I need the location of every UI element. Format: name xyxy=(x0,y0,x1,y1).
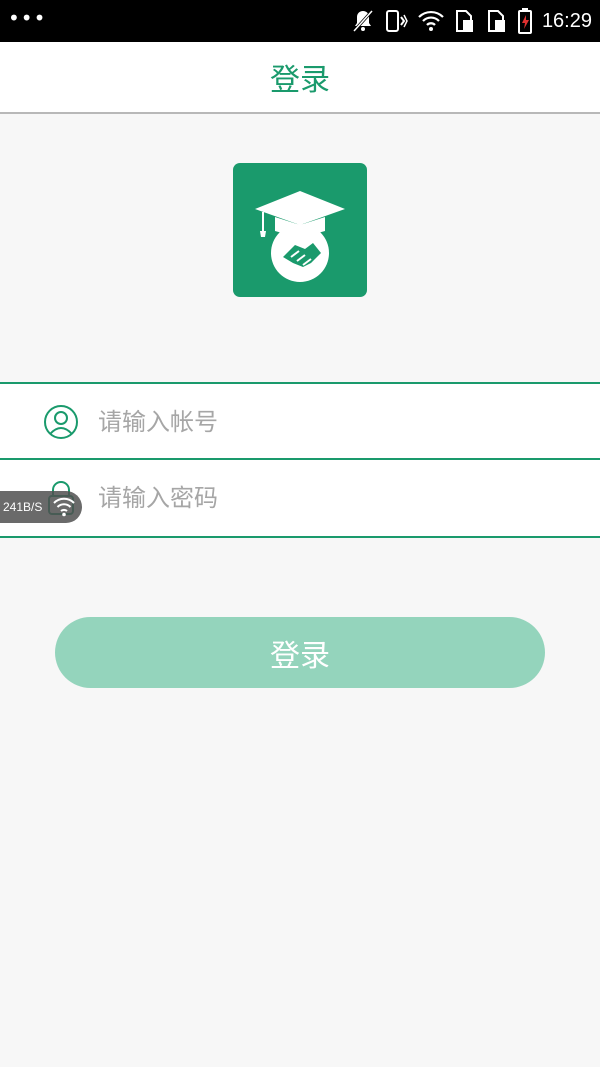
login-button[interactable]: 登录 xyxy=(55,617,545,688)
account-input[interactable] xyxy=(98,398,568,446)
status-bar: ••• 16:29 xyxy=(0,0,600,42)
title-bar: 登录 xyxy=(0,42,600,114)
battery-charging-icon xyxy=(517,8,532,34)
network-speed-text: 241B/S xyxy=(3,500,43,514)
password-field-row xyxy=(0,460,600,538)
bell-muted-icon xyxy=(352,9,374,33)
sim2-icon xyxy=(486,9,508,33)
graduation-cap-handshake-icon xyxy=(255,191,345,282)
more-dots-icon: ••• xyxy=(8,6,47,30)
account-field-row xyxy=(0,382,600,460)
app-logo xyxy=(233,163,367,297)
wifi-icon xyxy=(53,497,75,517)
network-speed-badge[interactable]: 241B/S xyxy=(0,491,82,523)
vibrate-icon xyxy=(384,9,408,33)
password-input[interactable] xyxy=(98,474,568,522)
status-time: 16:29 xyxy=(541,9,592,32)
sim1-icon xyxy=(454,9,476,33)
user-icon xyxy=(43,404,79,440)
wifi-icon xyxy=(418,10,444,32)
page-title: 登录 xyxy=(270,63,330,98)
